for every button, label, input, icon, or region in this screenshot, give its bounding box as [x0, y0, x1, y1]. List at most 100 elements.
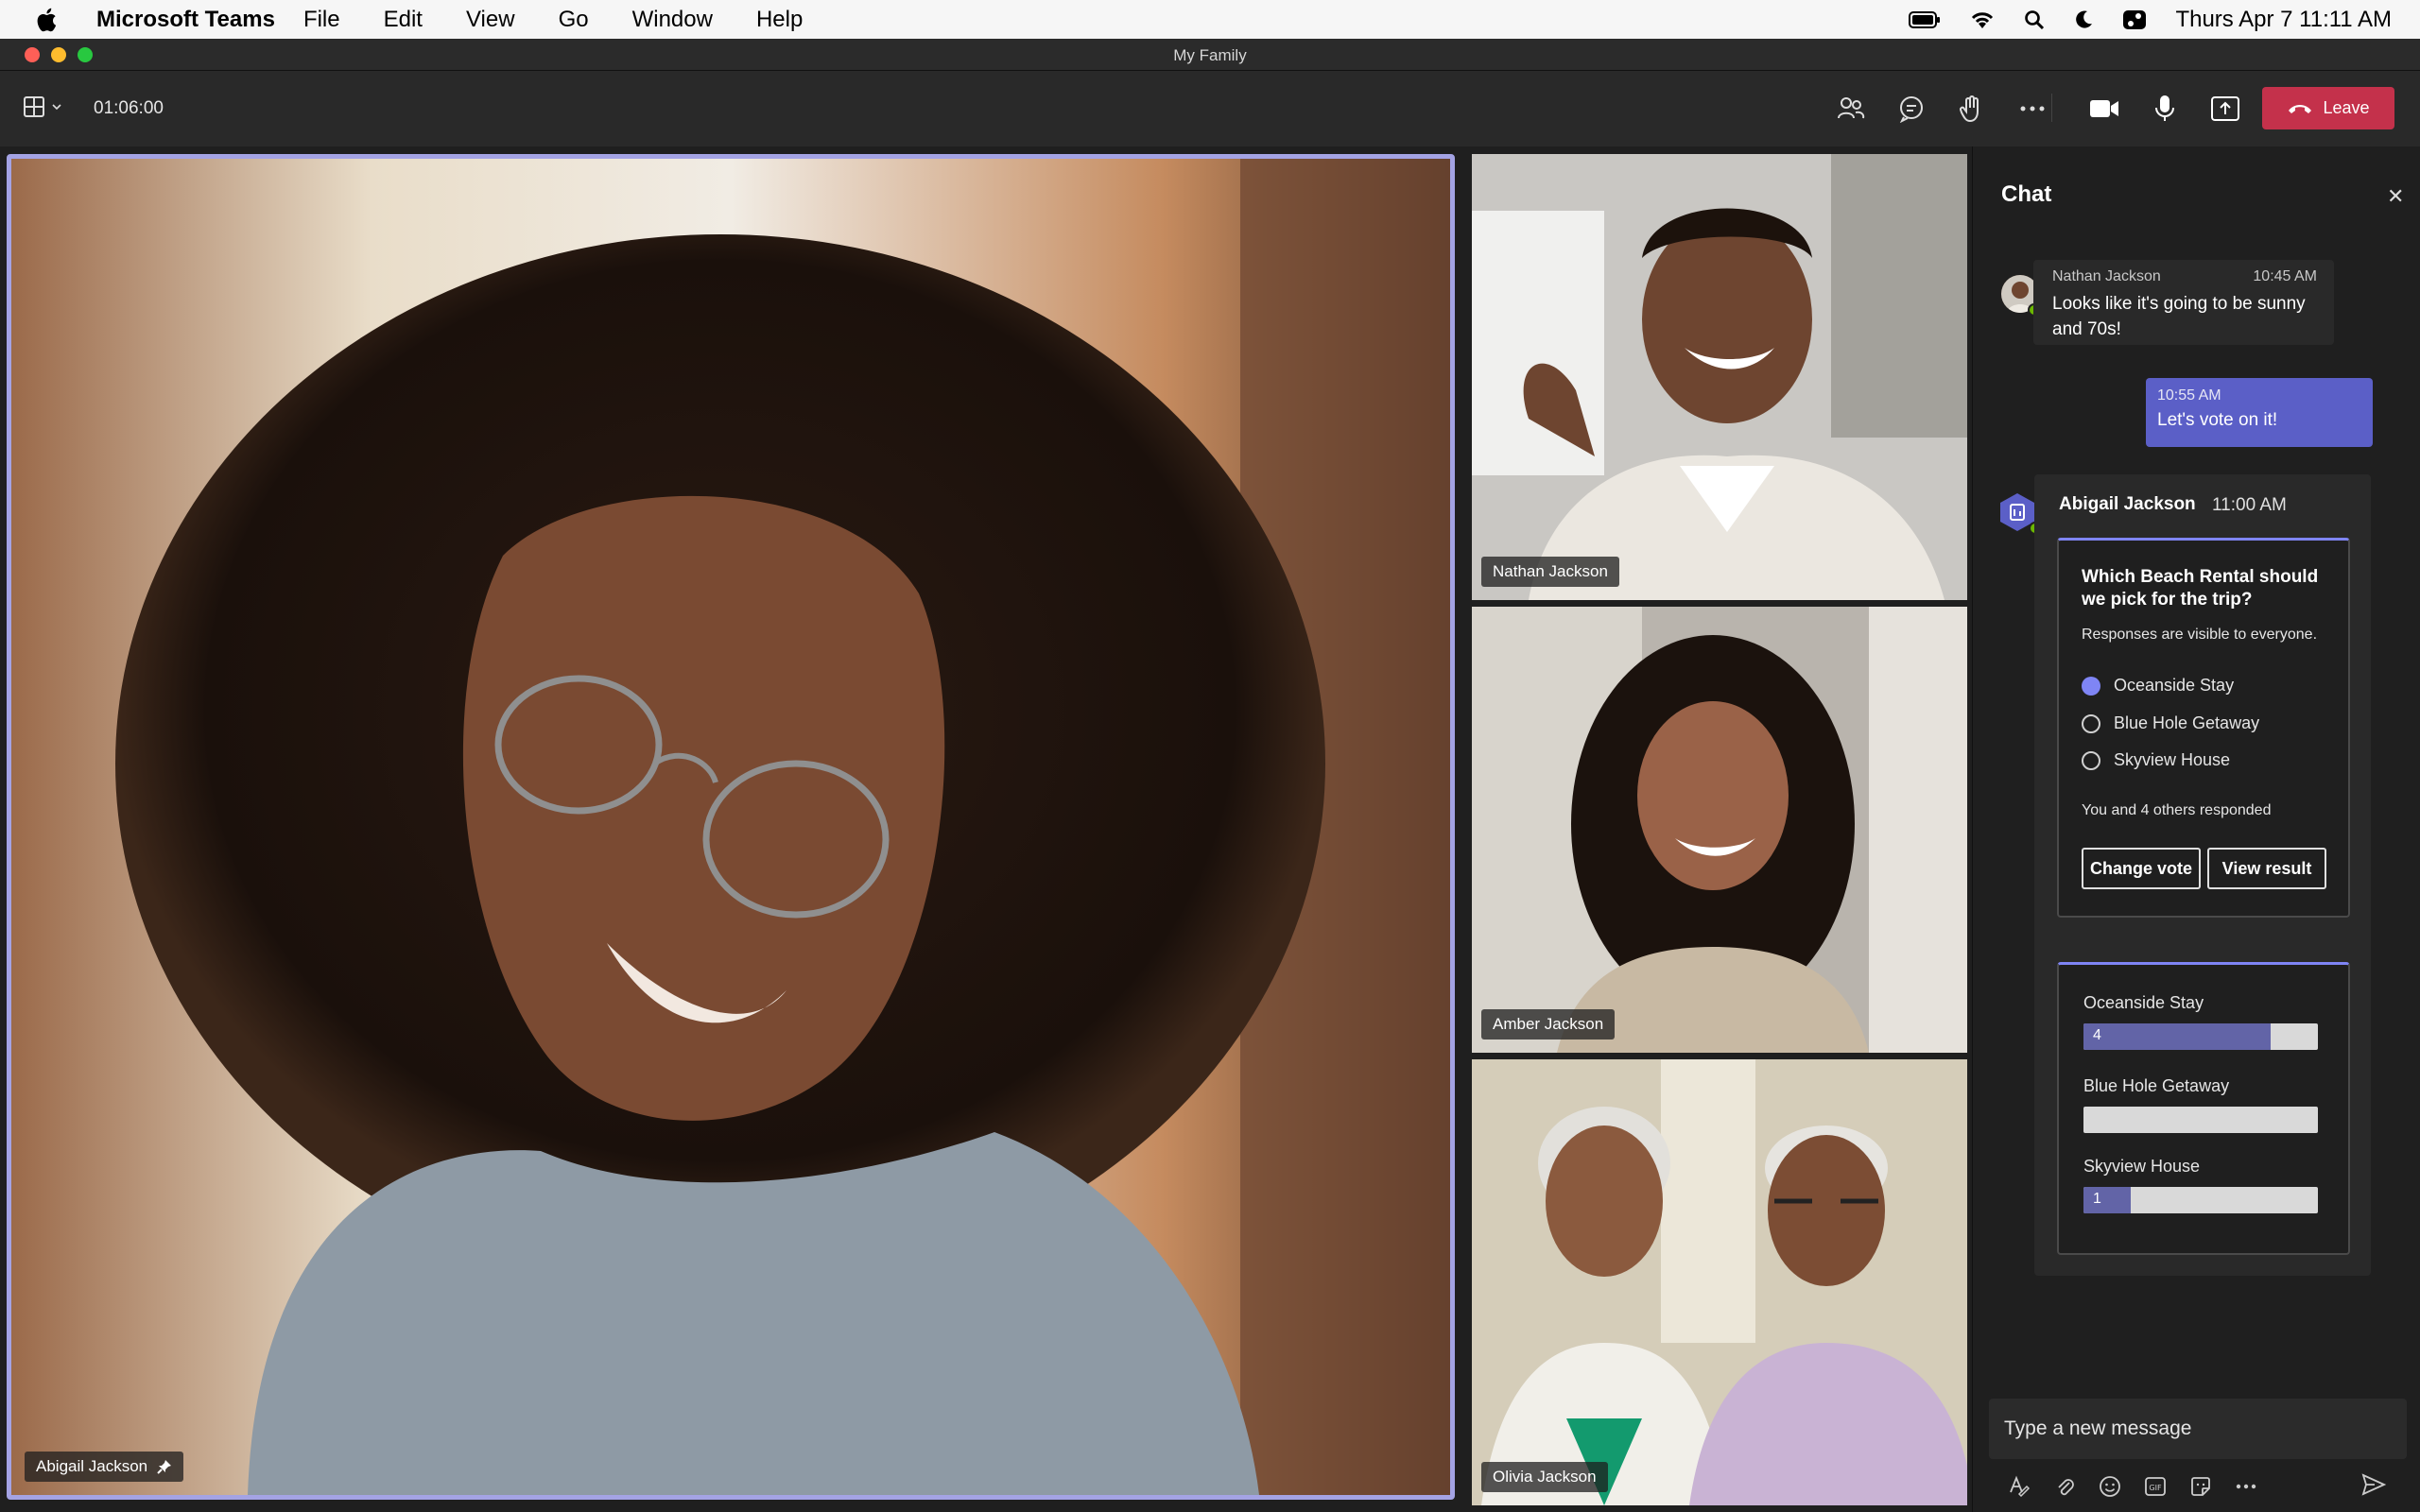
chat-message-incoming: Nathan Jackson 10:45 AM Looks like it's …: [2033, 260, 2334, 345]
wifi-icon[interactable]: [1969, 9, 1996, 30]
chat-icon[interactable]: [1894, 92, 1928, 126]
participant-video: [1472, 607, 1967, 1053]
poll-message: Abigail Jackson 11:00 AM Which Beach Ren…: [2034, 474, 2371, 1276]
participant-video: [11, 159, 1450, 1495]
chat-title: Chat: [2001, 181, 2052, 207]
hang-up-icon: [2289, 104, 2312, 113]
menu-edit[interactable]: Edit: [384, 7, 423, 33]
main-video-tile[interactable]: Abigail Jackson: [7, 154, 1455, 1500]
participant-name: Nathan Jackson: [1493, 562, 1608, 580]
message-time: 10:55 AM: [2157, 387, 2221, 404]
participant-name: Abigail Jackson: [36, 1457, 148, 1475]
participant-name: Olivia Jackson: [1493, 1468, 1597, 1486]
poll-question: Which Beach Rental should we pick for th…: [2082, 567, 2319, 610]
control-center-icon[interactable]: [2122, 9, 2147, 30]
macos-menubar: Microsoft Teams File Edit View Go Window…: [0, 0, 2420, 39]
video-stage: Abigail Jackson Nathan Jackson Amber Jac…: [0, 146, 1972, 1512]
participant-name-tag: Amber Jackson: [1481, 1009, 1616, 1040]
message-time: 11:00 AM: [2212, 495, 2287, 515]
message-input[interactable]: [2004, 1412, 2392, 1446]
change-vote-button[interactable]: Change vote: [2082, 848, 2201, 889]
send-icon[interactable]: [2361, 1473, 2387, 1501]
emoji-icon[interactable]: [2099, 1475, 2121, 1498]
poll-visibility-note: Responses are visible to everyone.: [2082, 627, 2318, 643]
participant-video: [1472, 154, 1967, 600]
poll-option[interactable]: Skyview House: [2082, 750, 2230, 770]
result-label: Skyview House: [2083, 1157, 2201, 1176]
spotlight-search-icon[interactable]: [2024, 9, 2045, 30]
attach-icon[interactable]: [2053, 1475, 2076, 1498]
meeting-toolbar: 01:06:00 Leave: [0, 71, 2420, 146]
compose-toolbar: GIF: [2008, 1472, 2257, 1501]
gif-icon[interactable]: GIF: [2144, 1475, 2167, 1498]
leave-button[interactable]: Leave: [2262, 87, 2394, 129]
poll-response-count: You and 4 others responded: [2082, 802, 2272, 818]
microphone-icon[interactable]: [2148, 92, 2182, 126]
toolbar-divider: [2051, 94, 2052, 122]
participant-name: Amber Jackson: [1493, 1015, 1604, 1033]
window-titlebar: My Family: [0, 39, 2420, 71]
leave-label: Leave: [2323, 98, 2370, 117]
result-count: 4: [2093, 1027, 2101, 1043]
more-options-icon[interactable]: [2015, 92, 2049, 126]
result-bar: 1: [2083, 1187, 2318, 1213]
menu-view[interactable]: View: [466, 7, 515, 33]
message-text: Looks like it's going to be sunny and 70…: [2052, 294, 2306, 339]
participant-video: [1472, 1059, 1967, 1505]
poll-option-label: Blue Hole Getaway: [2114, 713, 2260, 732]
layout-switcher-button[interactable]: [23, 95, 62, 118]
menu-window[interactable]: Window: [632, 7, 713, 33]
chevron-down-icon: [52, 104, 61, 111]
message-text: Let's vote on it!: [2157, 410, 2278, 430]
svg-text:GIF: GIF: [2149, 1484, 2162, 1492]
sticker-icon[interactable]: [2189, 1475, 2212, 1498]
poll-option[interactable]: Oceanside Stay: [2082, 676, 2234, 696]
menubar-clock[interactable]: Thurs Apr 7 11:11 AM: [2175, 7, 2392, 33]
poll-results-card: Oceanside Stay 4 Blue Hole Getaway Skyvi…: [2057, 962, 2350, 1255]
message-sender: Abigail Jackson: [2059, 494, 2196, 514]
chat-message-outgoing: 10:55 AM Let's vote on it!: [2146, 378, 2373, 447]
view-result-button[interactable]: View result: [2207, 848, 2326, 889]
message-time: 10:45 AM: [2253, 268, 2317, 284]
more-options-icon[interactable]: [2235, 1475, 2257, 1498]
menu-file[interactable]: File: [303, 7, 340, 33]
result-bar: 4: [2083, 1023, 2318, 1050]
result-label: Blue Hole Getaway: [2083, 1076, 2230, 1095]
menu-help[interactable]: Help: [756, 7, 803, 33]
battery-icon[interactable]: [1909, 10, 1941, 28]
raise-hand-icon[interactable]: [1955, 92, 1989, 126]
participant-tile-nathan[interactable]: Nathan Jackson: [1472, 154, 1967, 600]
close-icon[interactable]: ✕: [2387, 184, 2404, 209]
participant-tile-amber[interactable]: Amber Jackson: [1472, 607, 1967, 1053]
meeting-timer: 01:06:00: [94, 98, 164, 118]
share-screen-icon[interactable]: [2208, 92, 2242, 126]
apple-logo-icon[interactable]: [36, 8, 57, 32]
participant-name-tag: Olivia Jackson: [1481, 1462, 1608, 1492]
result-count: 1: [2093, 1191, 2101, 1207]
poll-option[interactable]: Blue Hole Getaway: [2082, 713, 2259, 733]
participant-tile-olivia[interactable]: Olivia Jackson: [1472, 1059, 1967, 1505]
poll-option-label: Oceanside Stay: [2114, 676, 2235, 695]
radio-unselected-icon[interactable]: [2082, 750, 2100, 770]
radio-unselected-icon[interactable]: [2082, 713, 2100, 733]
result-label: Oceanside Stay: [2083, 993, 2204, 1012]
radio-selected-icon[interactable]: [2082, 676, 2100, 696]
result-bar-fill: [2083, 1023, 2272, 1050]
result-bar-fill: [2083, 1187, 2131, 1213]
focus-moon-icon[interactable]: [2073, 9, 2094, 30]
poll-card: Which Beach Rental should we pick for th…: [2057, 538, 2350, 918]
format-icon[interactable]: [2008, 1475, 2031, 1498]
participant-name-tag: Nathan Jackson: [1481, 557, 1619, 587]
people-icon[interactable]: [1834, 92, 1868, 126]
menu-app-name[interactable]: Microsoft Teams: [96, 7, 275, 33]
grid-layout-icon: [24, 96, 44, 117]
menu-go[interactable]: Go: [559, 7, 589, 33]
result-bar: [2083, 1107, 2318, 1133]
camera-icon[interactable]: [2087, 92, 2121, 126]
poll-option-label: Skyview House: [2114, 750, 2231, 769]
pin-icon: [157, 1460, 172, 1474]
message-sender: Nathan Jackson: [2052, 268, 2161, 284]
window-title: My Family: [1173, 46, 1247, 64]
participant-name-tag: Abigail Jackson: [25, 1452, 184, 1482]
compose-box[interactable]: [1989, 1399, 2407, 1459]
